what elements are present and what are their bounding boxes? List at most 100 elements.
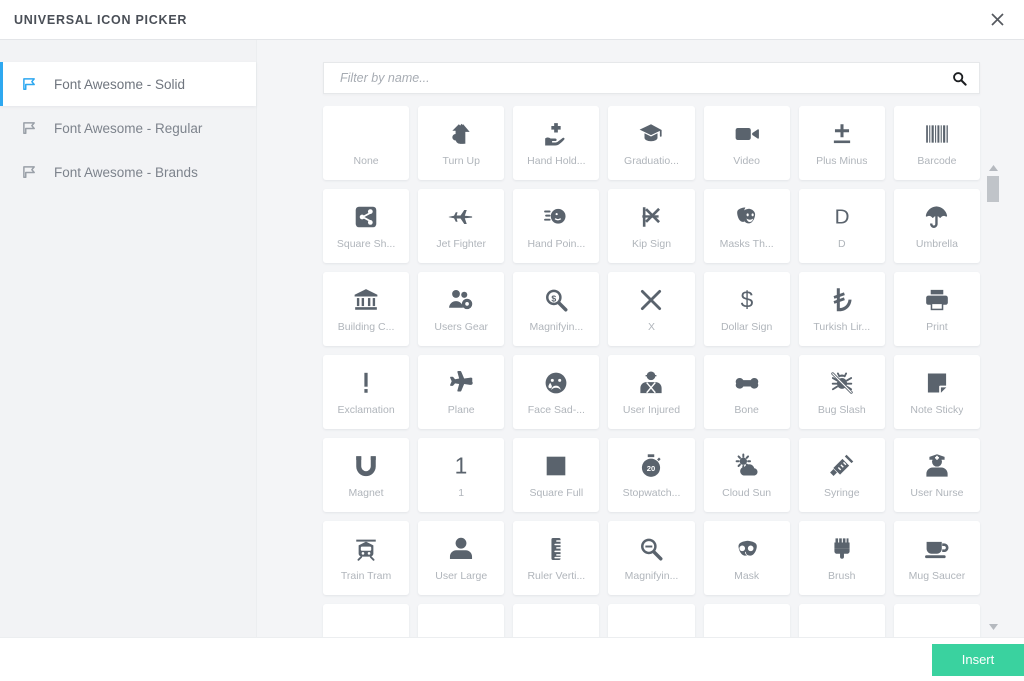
icon-tile[interactable]: Square Full [513,438,600,512]
sidebar-item-font-awesome-solid[interactable]: Font Awesome - Solid [0,62,256,106]
plus-minus-icon [829,117,855,151]
icon-tile[interactable]: Jet Fighter [418,189,505,263]
icon-tile[interactable]: Graduatio... [608,106,695,180]
icon-tile-label: Square Full [529,487,584,499]
exclamation-icon [353,366,379,400]
kip-sign-icon [638,200,664,234]
icon-tile-label: Graduatio... [624,155,679,167]
icon-tile-label: Video [733,155,760,167]
barcode-icon [924,117,950,151]
icon-tile[interactable]: Hand Hold... [513,106,600,180]
icon-tile-label: Jet Fighter [436,238,487,250]
icon-tile[interactable]: Note Sticky [893,355,980,429]
turn-up-arrow-icon [448,117,474,151]
caret-up-icon[interactable] [986,162,1000,174]
icon-tile[interactable]: Magnifyin... [608,521,695,595]
icon-tile-label: Hand Hold... [527,155,586,167]
icon-tile[interactable]: None [323,106,410,180]
dialog-body: Font Awesome - Solid Font Awesome - Regu… [0,40,1024,637]
magnifying-glass-minus-icon [638,532,664,566]
icon-tile[interactable]: Users Gear [418,272,505,346]
search-input[interactable] [338,70,949,86]
icon-tile[interactable]: Print [893,272,980,346]
flag-icon [18,73,40,95]
icon-tile[interactable] [798,604,885,637]
icon-tile[interactable]: Ruler Verti... [513,521,600,595]
icon-tile[interactable]: 11 [418,438,505,512]
icon-tile[interactable]: Face Sad-... [513,355,600,429]
icon-tile[interactable]: Turkish Lir... [798,272,885,346]
icon-tile-label: Magnet [348,487,384,499]
note-sticky-icon [924,366,950,400]
search-box[interactable] [323,62,980,94]
icon-tile[interactable]: Cloud Sun [703,438,790,512]
icon-tile[interactable]: User Large [418,521,505,595]
icon-tile[interactable]: Train Tram [323,521,410,595]
icon-tile[interactable]: Video [703,106,790,180]
icon-tile[interactable] [893,604,980,637]
sidebar-item-label: Font Awesome - Brands [54,164,198,180]
icon-browser-panel: None Turn Up Hand Hold... Graduatio... Video… [257,40,1024,637]
icon-tile[interactable]: Syringe [798,438,885,512]
scrollbar-track[interactable] [987,174,999,621]
icon-tile[interactable]: User Injured [608,355,695,429]
icon-tile[interactable]: Plane [418,355,505,429]
icon-tile[interactable]: Bug Slash [798,355,885,429]
mug-saucer-icon [924,532,950,566]
sidebar-item-label: Font Awesome - Solid [54,76,186,92]
icon-tile[interactable]: Brush [798,521,885,595]
train-tram-icon [353,532,379,566]
icon-tile[interactable]: Mask [703,521,790,595]
icon-tile-label: Users Gear [434,321,489,333]
icon-tile[interactable]: Square Sh... [323,189,410,263]
icon-tile[interactable]: User Nurse [893,438,980,512]
icon-tile-label: Cloud Sun [722,487,772,499]
icon-grid: None Turn Up Hand Hold... Graduatio... Video… [323,106,980,637]
icon-tile[interactable] [703,604,790,637]
search-icon[interactable] [949,68,969,88]
sidebar-item-font-awesome-regular[interactable]: Font Awesome - Regular [0,106,256,150]
svg-text:20: 20 [647,464,655,473]
search-area [257,40,1024,106]
icon-tile-label: User Large [435,570,488,582]
masks-theater-icon [734,200,760,234]
syringe-icon [829,449,855,483]
dollar-sign-icon: $ [734,283,760,317]
icon-tile[interactable] [608,604,695,637]
icon-tile[interactable] [323,604,410,637]
icon-tile[interactable]: Building C... [323,272,410,346]
icon-tile-label: Plus Minus [816,155,868,167]
icon-tile[interactable]: Plus Minus [798,106,885,180]
icon-tile-label: User Injured [622,404,681,416]
scrollbar-thumb[interactable] [987,176,999,202]
svg-text:$: $ [740,287,753,313]
icon-tile[interactable]: Bone [703,355,790,429]
svg-text:1: 1 [455,453,468,479]
icon-tile[interactable]: $ Dollar Sign [703,272,790,346]
icon-tile[interactable]: Umbrella [893,189,980,263]
icon-tile[interactable]: X [608,272,695,346]
icon-grid-scrollbar[interactable] [986,162,1000,633]
icon-tile[interactable] [513,604,600,637]
sidebar-item-font-awesome-brands[interactable]: Font Awesome - Brands [0,150,256,194]
icon-tile[interactable]: 20 Stopwatch... [608,438,695,512]
bone-icon [734,366,760,400]
icon-tile[interactable] [418,604,505,637]
plane-icon [448,366,474,400]
icon-tile[interactable]: Mug Saucer [893,521,980,595]
page-title: UNIVERSAL ICON PICKER [14,12,188,27]
icon-tile[interactable]: Turn Up [418,106,505,180]
icon-tile[interactable]: Hand Poin... [513,189,600,263]
icon-tile[interactable]: Kip Sign [608,189,695,263]
icon-tile[interactable]: Exclamation [323,355,410,429]
icon-tile[interactable]: $ Magnifyin... [513,272,600,346]
caret-down-icon[interactable] [986,621,1000,633]
icon-tile[interactable]: Magnet [323,438,410,512]
icon-tile[interactable]: Barcode [893,106,980,180]
svg-text:D: D [834,206,849,229]
insert-button[interactable]: Insert [932,643,1024,676]
icon-tile-label: Hand Poin... [527,238,586,250]
close-icon[interactable] [984,7,1010,33]
icon-tile[interactable]: Masks Th... [703,189,790,263]
icon-tile[interactable]: DD [798,189,885,263]
